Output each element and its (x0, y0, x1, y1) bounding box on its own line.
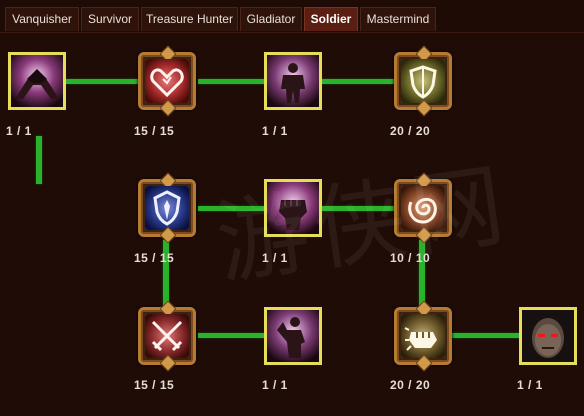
skill-node-handshake[interactable] (8, 52, 66, 110)
skill-rank: 1 / 1 (517, 378, 543, 392)
heart-icon (145, 59, 189, 103)
red-eyed-face-icon (522, 310, 574, 362)
connector (36, 136, 42, 184)
skill-rank: 1 / 1 (262, 124, 288, 138)
skill-node-fist[interactable] (264, 179, 322, 237)
handshake-icon (11, 55, 63, 107)
skill-rank: 20 / 20 (390, 378, 431, 392)
skill-rank: 15 / 15 (134, 378, 175, 392)
skill-node-swirl[interactable] (394, 179, 452, 237)
flexing-figure-icon (267, 310, 319, 362)
skill-rank: 15 / 15 (134, 124, 175, 138)
skill-node-shield[interactable] (394, 52, 452, 110)
skill-node-red-eyed-face[interactable] (519, 307, 577, 365)
skill-rank: 20 / 20 (390, 124, 431, 138)
blade-shield-icon (145, 186, 189, 230)
connector (452, 333, 520, 338)
connector (320, 206, 394, 211)
connector (66, 79, 138, 84)
skill-node-crossed-swords[interactable] (138, 307, 196, 365)
shield-icon (401, 59, 445, 103)
crossed-swords-icon (145, 314, 189, 358)
skill-tree: 1 / 1 15 / 15 1 / 1 20 / 20 15 / 15 1 / … (0, 0, 584, 416)
skill-node-blade-shield[interactable] (138, 179, 196, 237)
skill-rank: 1 / 1 (262, 251, 288, 265)
skill-rank: 1 / 1 (262, 378, 288, 392)
muscle-figure-icon (267, 55, 319, 107)
connector (198, 333, 264, 338)
connector (198, 206, 264, 211)
punch-icon (401, 314, 445, 358)
skill-rank: 10 / 10 (390, 251, 431, 265)
skill-rank: 15 / 15 (134, 251, 175, 265)
skill-node-flexing-figure[interactable] (264, 307, 322, 365)
skill-rank: 1 / 1 (6, 124, 32, 138)
swirl-icon (401, 186, 445, 230)
skill-node-punch[interactable] (394, 307, 452, 365)
connector (320, 79, 394, 84)
skill-node-heart[interactable] (138, 52, 196, 110)
skill-node-muscle-figure[interactable] (264, 52, 322, 110)
connector (198, 79, 264, 84)
fist-icon (267, 182, 319, 234)
